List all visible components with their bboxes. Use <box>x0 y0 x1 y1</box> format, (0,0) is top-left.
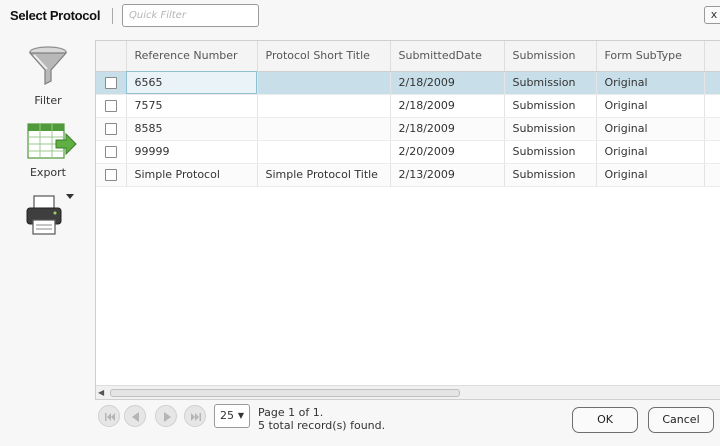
row-checkbox[interactable] <box>104 146 117 158</box>
cell-submission[interactable]: Submission <box>504 117 597 141</box>
cell-reference-number[interactable]: 7575 <box>126 94 258 118</box>
filter-label: Filter <box>34 94 62 107</box>
cell-submission[interactable]: Submission <box>504 163 597 187</box>
cell-submitted-date[interactable]: 2/18/2009 <box>390 94 505 118</box>
cell-reference-number[interactable]: 6565 <box>126 71 258 95</box>
column-header-reference-number[interactable]: Reference Number <box>126 41 258 72</box>
cell-form-subtype[interactable]: Original <box>596 140 705 164</box>
next-page-icon <box>164 412 171 422</box>
scrollbar-thumb[interactable] <box>110 389 460 397</box>
table-row[interactable]: 7575 2/18/2009 Submission Original <box>96 94 720 118</box>
cell-protocol-short-title[interactable] <box>257 71 391 95</box>
column-header-submission[interactable]: Submission <box>504 41 597 72</box>
scroll-left-arrow-icon[interactable]: ◀ <box>98 388 104 398</box>
title-divider <box>112 8 113 24</box>
cell-protocol-short-title[interactable] <box>257 140 391 164</box>
table-row[interactable]: 8585 2/18/2009 Submission Original <box>96 117 720 141</box>
records-count-text: 5 total record(s) found. <box>258 419 386 432</box>
cell-submission[interactable]: Submission <box>504 71 597 95</box>
column-header-form-subtype[interactable]: Form SubType <box>596 41 705 72</box>
cell-reference-number[interactable]: 8585 <box>126 117 258 141</box>
cell-form-subtype[interactable]: Original <box>596 117 705 141</box>
page-size-select[interactable]: 25 ▼ <box>214 404 250 428</box>
filter-button[interactable]: Filter <box>26 44 70 108</box>
table-header-row: Reference Number Protocol Short Title Su… <box>96 41 720 72</box>
table-row[interactable]: 99999 2/20/2009 Submission Original <box>96 140 720 164</box>
funnel-icon <box>28 46 68 85</box>
row-checkbox[interactable] <box>104 77 117 89</box>
cell-form-subtype[interactable]: Original <box>596 71 705 95</box>
row-checkbox[interactable] <box>104 100 117 112</box>
cell-submitted-date[interactable]: 2/20/2009 <box>390 140 505 164</box>
first-page-button[interactable] <box>98 405 120 427</box>
next-page-button[interactable] <box>155 405 177 427</box>
print-button[interactable] <box>24 190 76 240</box>
previous-page-button[interactable] <box>124 405 146 427</box>
column-header-overflow <box>704 41 720 72</box>
export-label: Export <box>29 166 66 179</box>
dialog-title: Select Protocol <box>10 8 101 23</box>
cell-submission[interactable]: Submission <box>504 140 597 164</box>
select-all-header <box>96 41 127 72</box>
protocol-table: Reference Number Protocol Short Title Su… <box>96 41 720 187</box>
close-button[interactable]: x <box>704 6 720 24</box>
table-row[interactable]: Simple Protocol Simple Protocol Title 2/… <box>96 163 720 187</box>
cell-reference-number[interactable]: Simple Protocol <box>126 163 258 187</box>
pager-info: Page 1 of 1. 5 total record(s) found. <box>258 406 385 432</box>
cell-form-subtype[interactable]: Original <box>596 94 705 118</box>
row-checkbox[interactable] <box>104 169 117 181</box>
cancel-button[interactable]: Cancel <box>648 407 714 433</box>
ok-button[interactable]: OK <box>572 407 638 433</box>
row-checkbox[interactable] <box>104 123 117 135</box>
cell-protocol-short-title[interactable]: Simple Protocol Title <box>257 163 391 187</box>
protocol-grid: Reference Number Protocol Short Title Su… <box>95 40 720 400</box>
table-row[interactable]: 6565 2/18/2009 Submission Original <box>96 71 720 95</box>
dialog-header: Select Protocol x <box>0 0 720 32</box>
cell-reference-number[interactable]: 99999 <box>126 140 258 164</box>
dropdown-arrow-icon[interactable] <box>66 194 74 200</box>
cell-submitted-date[interactable]: 2/13/2009 <box>390 163 505 187</box>
export-button[interactable]: Export <box>26 122 78 182</box>
column-header-submitted-date[interactable]: SubmittedDate <box>390 41 505 72</box>
last-page-button[interactable] <box>184 405 206 427</box>
cell-protocol-short-title[interactable] <box>257 117 391 141</box>
page-size-value: 25 <box>220 409 234 422</box>
first-page-icon <box>105 413 115 421</box>
page-text: Page 1 of 1. <box>258 406 324 419</box>
cell-protocol-short-title[interactable] <box>257 94 391 118</box>
chevron-down-icon: ▼ <box>237 411 244 420</box>
horizontal-scrollbar[interactable]: ◀ <box>96 385 720 399</box>
spreadsheet-export-icon <box>27 123 77 159</box>
cell-submitted-date[interactable]: 2/18/2009 <box>390 71 505 95</box>
cell-submission[interactable]: Submission <box>504 94 597 118</box>
quick-filter-input[interactable] <box>122 4 259 27</box>
cell-form-subtype[interactable]: Original <box>596 163 705 187</box>
cell-submitted-date[interactable]: 2/18/2009 <box>390 117 505 141</box>
last-page-icon <box>191 413 201 421</box>
column-header-protocol-short-title[interactable]: Protocol Short Title <box>257 41 391 72</box>
previous-page-icon <box>132 412 139 422</box>
